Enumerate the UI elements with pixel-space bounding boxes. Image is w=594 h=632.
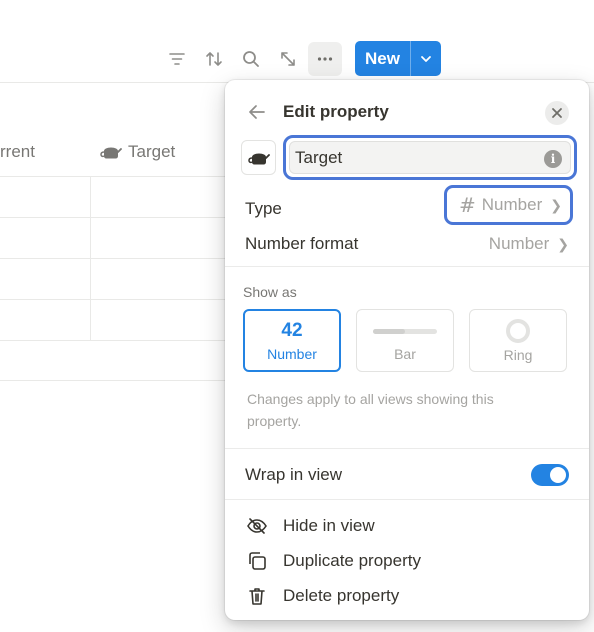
expand-icon[interactable]	[271, 42, 305, 76]
sort-icon[interactable]	[197, 42, 231, 76]
option-label: Ring	[503, 346, 533, 363]
table-row-divider	[0, 340, 230, 341]
show-as-bar-option[interactable]: Bar	[356, 309, 454, 372]
panel-title: Edit property	[283, 102, 389, 121]
bar-preview-icon	[373, 329, 437, 334]
wrap-in-view-toggle[interactable]	[531, 464, 569, 486]
table-row-divider	[0, 299, 230, 300]
view-toolbar	[160, 41, 345, 77]
divider	[225, 266, 589, 267]
panel-header: Edit property	[245, 100, 569, 125]
hide-in-view-action[interactable]: Hide in view	[245, 513, 375, 539]
edit-property-panel: Edit property i Type # Number ❯ Number f…	[225, 80, 589, 620]
show-as-options: 42 Number Bar Ring	[243, 309, 567, 372]
number-format-value: Number ❯	[489, 234, 569, 254]
wrap-in-view-label: Wrap in view	[245, 465, 342, 484]
new-button[interactable]: New	[355, 41, 411, 76]
table-row-divider	[0, 176, 230, 177]
search-icon[interactable]	[234, 42, 268, 76]
more-icon[interactable]	[308, 42, 342, 76]
changes-note: Changes apply to all views showing this …	[247, 391, 494, 429]
divider	[225, 499, 589, 500]
type-label: Type	[245, 199, 282, 218]
property-name-row: i	[241, 135, 577, 180]
column-header-current[interactable]: rrent	[0, 142, 35, 162]
action-label: Duplicate property	[283, 551, 421, 570]
type-value-label: Number	[481, 195, 543, 214]
number-preview: 42	[281, 319, 303, 341]
chevron-right-icon: ❯	[550, 196, 562, 213]
action-label: Delete property	[283, 586, 400, 605]
type-value[interactable]: # Number ❯	[444, 185, 573, 225]
property-name-input[interactable]	[289, 141, 571, 174]
trash-icon	[245, 584, 269, 608]
action-label: Hide in view	[283, 516, 375, 535]
type-row[interactable]: Type # Number ❯	[245, 185, 573, 225]
back-arrow-icon[interactable]	[245, 100, 269, 124]
number-format-label: Number format	[245, 234, 359, 253]
number-format-value-label: Number	[488, 234, 550, 253]
column-header-label: rrent	[0, 142, 35, 161]
eye-slash-icon	[245, 514, 269, 538]
table-column-divider	[90, 177, 91, 340]
divider	[225, 448, 589, 449]
option-label: Bar	[394, 346, 416, 362]
duplicate-property-action[interactable]: Duplicate property	[245, 548, 421, 574]
table-row-divider	[0, 380, 230, 381]
ring-preview-icon	[506, 318, 530, 343]
property-icon-button[interactable]	[241, 140, 276, 175]
info-icon[interactable]: i	[544, 150, 562, 168]
table-row-divider	[0, 217, 230, 218]
table-row-divider	[0, 258, 230, 259]
wrap-in-view-row[interactable]: Wrap in view	[245, 463, 569, 487]
show-as-number-option[interactable]: 42 Number	[243, 309, 341, 372]
new-dropdown-button[interactable]	[411, 41, 441, 76]
duplicate-icon	[245, 549, 269, 573]
filter-icon[interactable]	[160, 42, 194, 76]
chevron-down-icon	[421, 55, 431, 62]
hash-icon: #	[459, 193, 476, 217]
chevron-right-icon: ❯	[557, 235, 569, 252]
teapot-icon	[100, 145, 122, 159]
toggle-knob	[550, 467, 566, 483]
number-format-row[interactable]: Number format Number ❯	[245, 232, 569, 256]
property-name-highlight: i	[283, 135, 577, 180]
new-button-group: New	[355, 41, 441, 76]
column-header-label: Target	[128, 142, 176, 161]
close-icon	[552, 108, 562, 118]
option-label: Number	[267, 345, 317, 362]
delete-property-action[interactable]: Delete property	[245, 583, 399, 609]
show-as-label: Show as	[243, 284, 297, 300]
close-button[interactable]	[545, 101, 569, 125]
teapot-icon	[247, 150, 270, 164]
show-as-ring-option[interactable]: Ring	[469, 309, 567, 372]
column-header-target[interactable]: Target	[100, 142, 175, 162]
